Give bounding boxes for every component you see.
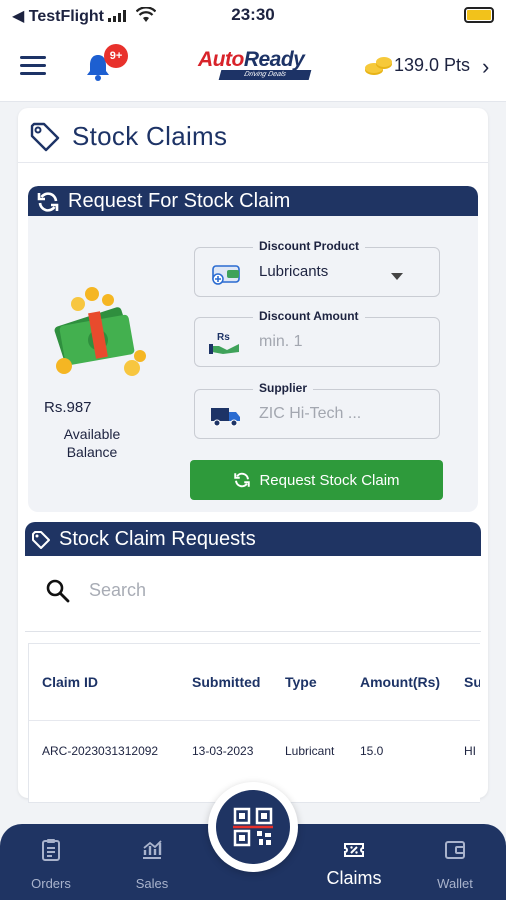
delivery-truck-icon xyxy=(211,408,240,427)
column-header-amount[interactable]: Amount(Rs) xyxy=(360,674,440,690)
column-header-submitted[interactable]: Submitted xyxy=(192,674,260,690)
clipboard-icon xyxy=(42,839,60,861)
dropdown-caret-icon xyxy=(391,273,403,280)
available-balance-value: Rs.987 xyxy=(44,399,92,416)
wallet-icon xyxy=(445,841,465,859)
discount-amount-label: Discount Amount xyxy=(253,309,365,323)
nav-claims-label: Claims xyxy=(326,868,382,888)
refresh-icon xyxy=(37,192,59,212)
nav-claims[interactable]: Claims xyxy=(314,838,394,889)
supplier-label: Supplier xyxy=(253,381,314,395)
discount-product-label: Discount Product xyxy=(253,239,366,253)
nav-orders-label: Orders xyxy=(31,876,71,891)
supplier-field[interactable]: Supplier ZIC Hi-Tech ... xyxy=(194,381,440,439)
claims-table: Claim ID Submitted Type Amount(Rs) Su AR… xyxy=(28,643,480,803)
search-icon[interactable] xyxy=(45,578,71,604)
clock: 23:30 xyxy=(231,5,275,24)
qr-scan-button[interactable] xyxy=(208,782,298,872)
cell-claim-id[interactable]: ARC-2023031312092 xyxy=(42,744,158,758)
svg-text:Rs: Rs xyxy=(217,332,230,343)
search-input[interactable] xyxy=(89,576,449,604)
discount-amount-placeholder: min. 1 xyxy=(259,333,303,350)
nav-sales-label: Sales xyxy=(135,876,169,891)
request-panel-title: Request For Stock Claim xyxy=(68,190,291,212)
qr-scan-icon xyxy=(233,807,273,847)
search-bar xyxy=(25,556,481,632)
nav-wallet[interactable]: Wallet xyxy=(415,838,495,891)
status-bar: ◀ TestFlight 23:30 xyxy=(0,0,506,30)
coins-icon xyxy=(365,57,392,75)
battery-icon xyxy=(464,7,494,23)
supplier-value: ZIC Hi-Tech ... xyxy=(259,405,362,422)
ticket-icon xyxy=(344,843,364,857)
cell-supplier: HI xyxy=(464,744,476,758)
nav-wallet-label: Wallet xyxy=(437,876,473,891)
nav-orders[interactable]: Orders xyxy=(11,838,91,891)
page-title: Stock Claims xyxy=(72,121,228,151)
app-header: 9+ AutoReady Driving Deals 139.0 Pts › xyxy=(0,30,506,102)
column-header-claim-id[interactable]: Claim ID xyxy=(42,674,98,690)
request-panel-header: Request For Stock Claim xyxy=(28,186,478,216)
discount-amount-field[interactable]: Discount Amount Rs min. 1 xyxy=(194,309,440,367)
cell-amount: 15.0 xyxy=(360,744,384,758)
rupee-hand-icon: Rs xyxy=(209,332,239,354)
points-balance[interactable]: 139.0 Pts xyxy=(394,55,470,76)
tag-icon xyxy=(32,531,50,549)
chevron-right-icon[interactable]: › xyxy=(482,54,489,80)
requests-header: Stock Claim Requests xyxy=(25,522,481,556)
tag-icon xyxy=(30,122,60,152)
hamburger-menu-icon[interactable] xyxy=(20,56,46,76)
cell-submitted: 13-03-2023 xyxy=(192,744,254,758)
discount-product-select[interactable]: Discount Product Lubricants xyxy=(194,239,440,297)
refresh-icon xyxy=(234,472,251,488)
request-stock-claim-label: Request Stock Claim xyxy=(259,471,400,489)
cell-type: Lubricant xyxy=(285,744,335,758)
divider xyxy=(29,720,480,721)
available-balance-label: Available Balance xyxy=(63,426,121,460)
notification-badge: 9+ xyxy=(104,44,128,68)
autoready-logo: AutoReady Driving Deals xyxy=(192,48,320,80)
sales-chart-icon xyxy=(143,840,162,859)
product-wallet-icon xyxy=(212,265,240,285)
nav-sales[interactable]: Sales xyxy=(112,838,192,891)
column-header-type[interactable]: Type xyxy=(285,674,317,690)
column-header-supplier[interactable]: Su xyxy=(464,674,480,690)
money-stack-icon xyxy=(54,287,146,376)
divider xyxy=(18,162,488,163)
requests-title: Stock Claim Requests xyxy=(59,528,256,550)
discount-product-value: Lubricants xyxy=(259,263,329,280)
request-stock-claim-button[interactable]: Request Stock Claim xyxy=(190,460,443,500)
